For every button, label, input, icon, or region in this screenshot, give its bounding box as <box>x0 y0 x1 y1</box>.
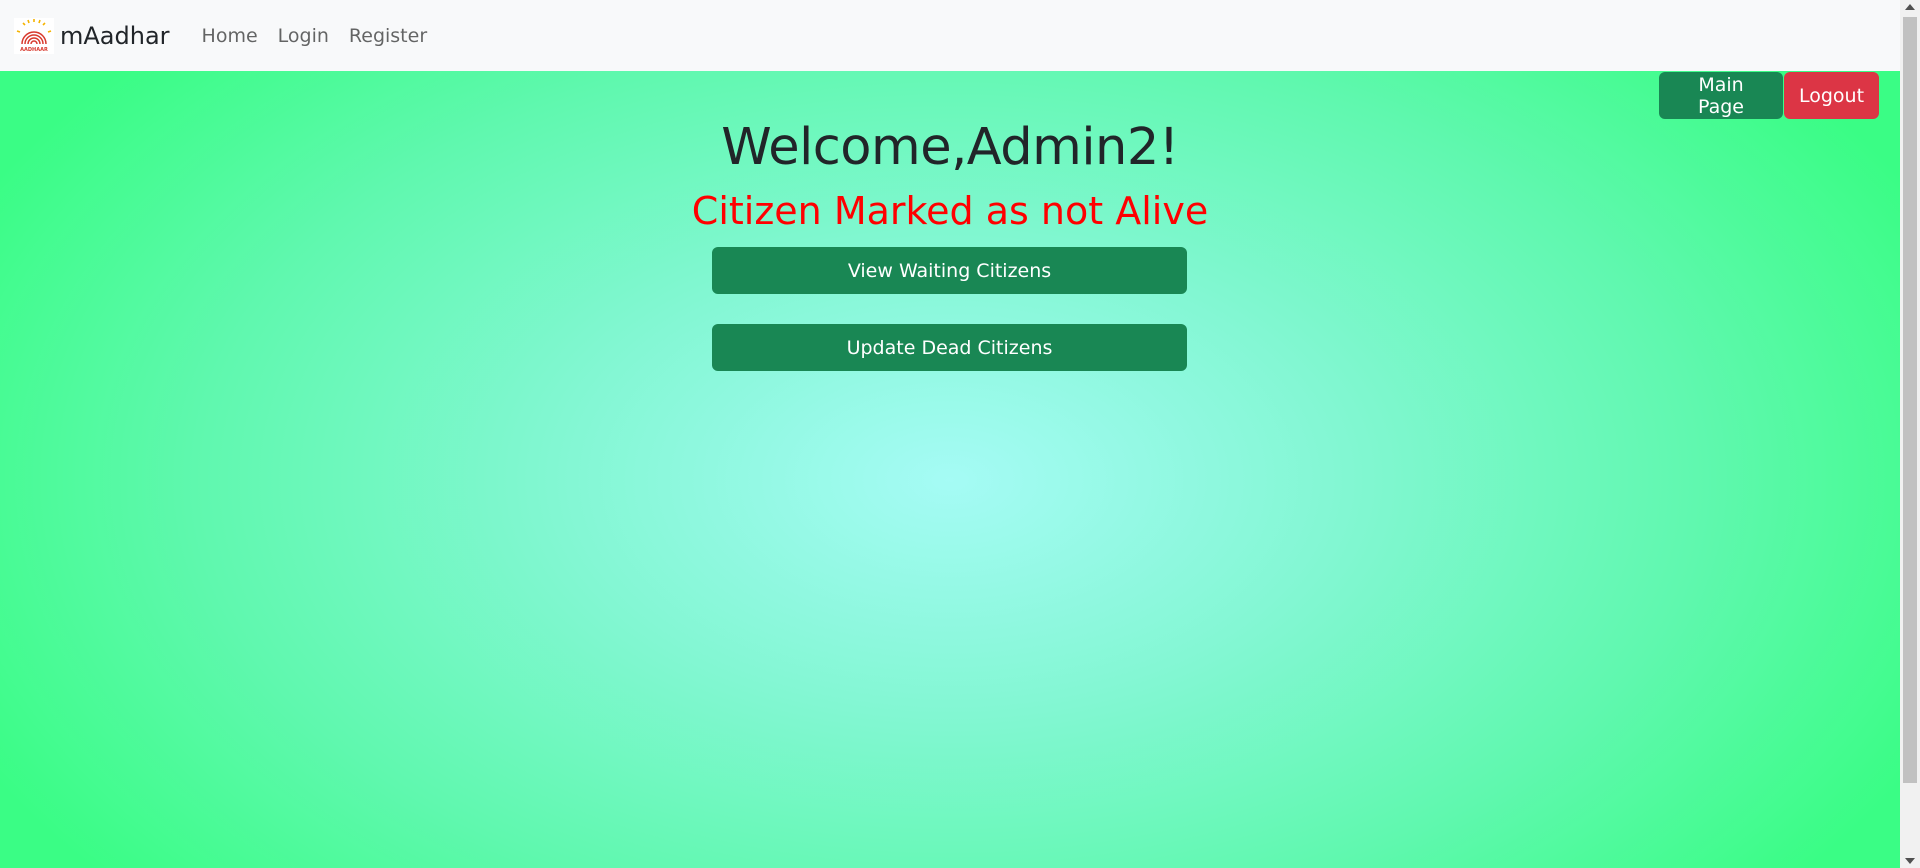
view-waiting-citizens-button[interactable]: View Waiting Citizens <box>712 247 1187 294</box>
nav-link-home[interactable]: Home <box>192 17 268 55</box>
scrollbar-thumb[interactable] <box>1903 17 1917 783</box>
welcome-heading: Welcome,Admin2! <box>721 118 1179 177</box>
scroll-down-arrow-icon[interactable] <box>1905 858 1915 864</box>
nav-link-login[interactable]: Login <box>268 17 339 55</box>
top-actions: Main Page Logout <box>1659 72 1879 119</box>
main-page-button[interactable]: Main Page <box>1659 72 1783 119</box>
brand-name: mAadhar <box>60 21 170 50</box>
vertical-scrollbar[interactable] <box>1900 0 1920 868</box>
svg-text:AADHAAR: AADHAAR <box>20 47 48 53</box>
nav-link-register[interactable]: Register <box>339 17 437 55</box>
brand-link[interactable]: AADHAAR mAadhar <box>14 17 170 54</box>
nav-links: Home Login Register <box>192 17 438 55</box>
browser-viewport: AADHAAR mAadhar Home Login Register Main… <box>0 0 1920 868</box>
navbar: AADHAAR mAadhar Home Login Register <box>0 0 1900 71</box>
page-background: AADHAAR mAadhar Home Login Register Main… <box>0 0 1900 868</box>
scroll-up-arrow-icon[interactable] <box>1905 4 1915 10</box>
update-dead-citizens-button[interactable]: Update Dead Citizens <box>712 324 1187 371</box>
aadhaar-logo-icon: AADHAAR <box>14 17 54 54</box>
status-message: Citizen Marked as not Alive <box>691 189 1209 233</box>
logout-button[interactable]: Logout <box>1784 72 1879 119</box>
